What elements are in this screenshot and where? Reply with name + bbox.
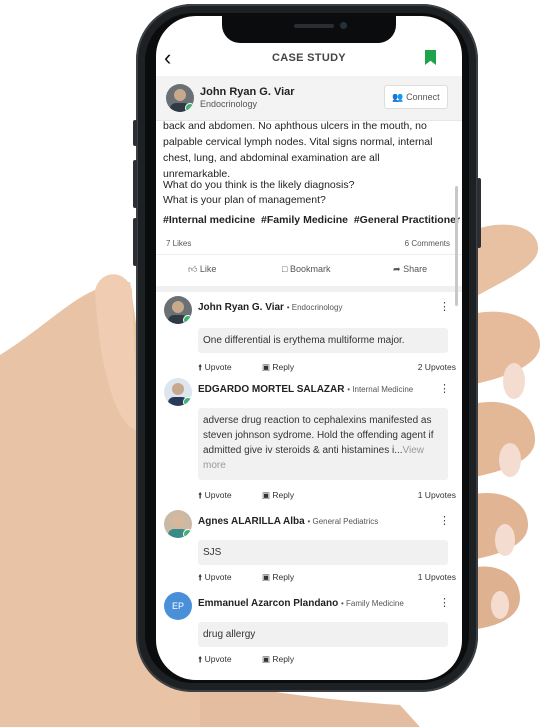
author-specialty: Endocrinology <box>200 99 258 109</box>
add-user-icon: 👥 <box>392 92 404 102</box>
comment-item: Agnes ALARILLA Alba • General Pediatrics… <box>156 510 462 586</box>
post-body: back and abdomen. No aphthous ulcers in … <box>163 120 433 180</box>
bookmark-button[interactable]: □ Bookmark <box>282 264 330 274</box>
comment-text: SJS <box>198 540 448 565</box>
tag[interactable]: #Family Medicine <box>261 214 348 226</box>
divider <box>156 286 462 292</box>
more-options-icon[interactable]: ⋮ <box>439 598 450 609</box>
thumbs-up-icon: 👍︎ <box>188 264 198 274</box>
commenter-name[interactable]: Agnes ALARILLA Alba • General Pediatrics <box>198 516 378 527</box>
like-label: Like <box>199 264 217 274</box>
comment-text: One differential is erythema multiforme … <box>198 328 448 353</box>
upvote-button[interactable]: 🠙 Upvote <box>198 490 246 500</box>
comment-text: drug allergy <box>198 622 448 647</box>
bookmark-label: Bookmark <box>289 264 331 274</box>
notch <box>222 16 396 43</box>
comment-actions: 🠙 Upvote ▣ Reply <box>198 572 322 586</box>
bookmark-outline-icon: □ <box>282 264 288 274</box>
comments-count[interactable]: 6 Comments <box>405 239 450 248</box>
upvote-button[interactable]: 🠙 Upvote <box>198 654 246 664</box>
commenter-name[interactable]: EDGARDO MORTEL SALAZAR • Internal Medici… <box>198 384 413 395</box>
avatar[interactable] <box>164 296 192 324</box>
upvote-button[interactable]: 🠙 Upvote <box>198 572 246 582</box>
commenter-specialty: • Family Medicine <box>341 599 404 608</box>
commenter-specialty: • Endocrinology <box>286 303 343 312</box>
author-name[interactable]: John Ryan G. Viar <box>200 86 295 98</box>
comment-text: adverse drug reaction to cephalexins man… <box>198 408 448 480</box>
comment-actions: 🠙 Upvote ▣ Reply <box>198 490 322 504</box>
comment-actions: 🠙 Upvote ▣ Reply <box>198 654 322 668</box>
commenter-name[interactable]: Emmanuel Azarcon Plandano • Family Medic… <box>198 598 404 609</box>
post-actions: 👍︎ Like □ Bookmark ➦ Share <box>156 254 462 285</box>
commenter-name[interactable]: John Ryan G. Viar • Endocrinology <box>198 302 342 313</box>
app-screen: ‹ CASE STUDY John Ryan G. Viar Endocrino… <box>156 16 462 680</box>
top-bar: ‹ CASE STUDY <box>156 44 462 74</box>
share-icon: ➦ <box>393 264 401 274</box>
avatar[interactable]: EP <box>164 592 192 620</box>
question-2: What is your plan of management? <box>163 194 326 206</box>
verified-icon <box>183 529 192 538</box>
commenter-specialty: • Internal Medicine <box>347 385 414 394</box>
avatar[interactable] <box>164 510 192 538</box>
reply-button[interactable]: ▣ Reply <box>262 490 308 500</box>
share-button[interactable]: ➦ Share <box>393 264 427 275</box>
reply-button[interactable]: ▣ Reply <box>262 362 308 372</box>
commenter-specialty: • General Pediatrics <box>307 517 379 526</box>
like-button[interactable]: 👍︎ Like <box>188 264 216 275</box>
share-label: Share <box>403 264 428 274</box>
upvote-count: 2 Upvotes <box>417 362 456 372</box>
comment-actions: 🠙 Upvote ▣ Reply <box>198 362 322 376</box>
upvote-count: 1 Upvotes <box>417 490 456 500</box>
post-tags: #Internal medicine #Family Medicine #Gen… <box>163 214 460 226</box>
question-1: What do you think is the likely diagnosi… <box>163 179 355 191</box>
tag[interactable]: #Internal medicine <box>163 214 255 226</box>
author-header: John Ryan G. Viar Endocrinology 👥 Connec… <box>156 76 462 121</box>
page-title: CASE STUDY <box>272 52 346 64</box>
post-question: What do you think is the likely diagnosi… <box>163 178 448 208</box>
reply-button[interactable]: ▣ Reply <box>262 654 308 664</box>
more-options-icon[interactable]: ⋮ <box>439 384 450 395</box>
avatar[interactable] <box>164 378 192 406</box>
upvote-button[interactable]: 🠙 Upvote <box>198 362 246 372</box>
likes-count[interactable]: 7 Likes <box>166 239 191 248</box>
verified-icon <box>183 397 192 406</box>
avatar[interactable] <box>166 84 194 112</box>
verified-icon <box>183 315 192 324</box>
comment-item: John Ryan G. Viar • Endocrinology ⋮ One … <box>156 296 462 374</box>
upvote-count: 1 Upvotes <box>417 572 456 582</box>
reply-button[interactable]: ▣ Reply <box>262 572 308 582</box>
comment-item: EP Emmanuel Azarcon Plandano • Family Me… <box>156 592 462 672</box>
connect-label: Connect <box>406 92 440 102</box>
mute-switch <box>133 120 137 146</box>
more-options-icon[interactable]: ⋮ <box>439 302 450 313</box>
connect-button[interactable]: 👥 Connect <box>384 85 448 109</box>
comment-item: EDGARDO MORTEL SALAZAR • Internal Medici… <box>156 378 462 508</box>
scrollbar[interactable] <box>455 186 458 306</box>
more-options-icon[interactable]: ⋮ <box>439 516 450 527</box>
volume-up-button <box>133 160 137 208</box>
volume-down-button <box>133 218 137 266</box>
power-button <box>477 178 481 248</box>
tag[interactable]: #General Practitioner <box>354 214 460 226</box>
verified-icon <box>185 103 194 112</box>
